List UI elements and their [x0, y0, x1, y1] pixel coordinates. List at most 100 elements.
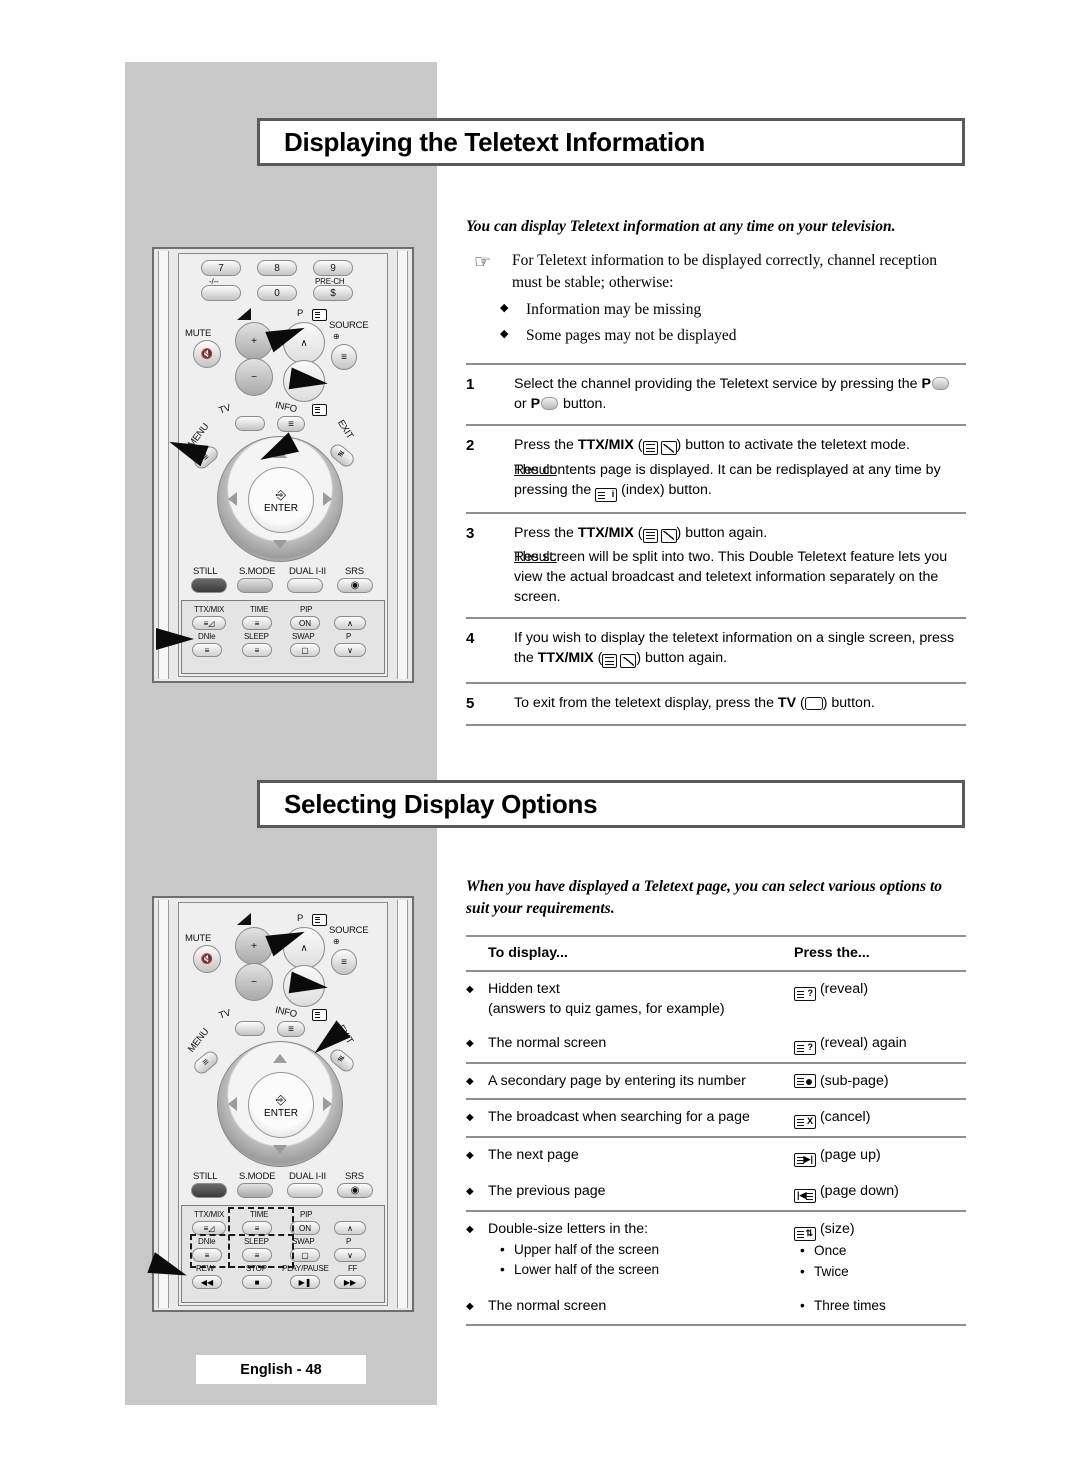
reveal-icon: ? — [794, 986, 816, 1001]
key-mute[interactable]: 🔇 — [193, 340, 221, 368]
source-input-icon: ⊕ — [333, 937, 340, 946]
key-ttx-mix[interactable]: ≡◿ — [192, 1221, 226, 1235]
key-label: P — [530, 396, 541, 413]
key-pip-on[interactable]: ON — [290, 616, 320, 630]
key-0[interactable]: 0 — [257, 285, 297, 301]
key-dnie[interactable]: ≡ — [192, 643, 222, 657]
key-play-pause[interactable]: ▶❚ — [290, 1275, 320, 1289]
bullet-dot-icon: • — [800, 1243, 805, 1259]
key-info[interactable]: ≡ — [277, 1021, 305, 1037]
list-item: ◆ Some pages may not be displayed — [466, 326, 966, 347]
ttx-mix-icon: ≡◿ — [203, 1223, 215, 1233]
cell-to-display: ◆ The broadcast when searching for a page — [466, 1107, 794, 1129]
label-srs: SRS — [345, 1171, 364, 1182]
dpad-left-icon[interactable] — [228, 492, 237, 506]
diamond-icon: ◆ — [500, 302, 509, 315]
key-pip-on[interactable]: ON — [290, 1221, 320, 1235]
key-volume-up[interactable]: + — [235, 927, 273, 965]
page-up-icon — [312, 309, 327, 321]
key-p-up[interactable]: ∧ — [334, 1221, 366, 1235]
column-header-to-display: To display... — [488, 944, 568, 961]
label-mute: MUTE — [185, 933, 212, 944]
key-tv[interactable] — [235, 416, 265, 431]
press-label: (page down) — [819, 1183, 899, 1200]
key-swap[interactable]: ▢ — [290, 643, 320, 657]
key-tv[interactable] — [235, 1021, 265, 1036]
remote-bottom-panel: TTX/MIX TIME PIP ≡◿ ≡ ON ∧ DNIe SLEEP SW… — [181, 600, 385, 674]
key-srs[interactable]: ◉ — [337, 1183, 373, 1198]
column-header-press-the: Press the... — [794, 944, 870, 961]
key-rew[interactable]: ◀◀ — [192, 1275, 222, 1289]
cell-press-the: ▶| (page up) — [794, 1145, 966, 1168]
key-7[interactable]: 7 — [201, 260, 241, 276]
enter-label: ENTER — [264, 1107, 298, 1119]
key-p-down[interactable]: ∨ — [334, 643, 366, 657]
pointing-hand-icon: ☞ — [474, 252, 492, 274]
key-stop[interactable]: ■ — [242, 1275, 272, 1289]
key-pre-ch[interactable]: $ — [313, 285, 353, 301]
cell-press-the: ⇅ (size) • Once • Twice — [794, 1219, 966, 1282]
label-srs: SRS — [345, 566, 364, 577]
section1-note-bullets: ◆ Information may be missing ◆ Some page… — [466, 300, 966, 347]
label-p: P — [346, 632, 352, 641]
result-label: Result: — [514, 461, 557, 478]
key-s-mode[interactable] — [237, 578, 273, 593]
step-text: Select the channel providing the Teletex… — [514, 376, 922, 393]
label-still: STILL — [193, 1171, 218, 1182]
table-row: ◆ The normal screen ? (reveal) again — [466, 1026, 966, 1062]
section1-lead: You can display Teletext information at … — [466, 218, 896, 235]
dpad-right-icon[interactable] — [323, 492, 332, 506]
key-swap[interactable]: ▢ — [290, 1248, 320, 1262]
diamond-icon: ◆ — [500, 328, 509, 341]
key-volume-down[interactable]: − — [235, 358, 273, 396]
key-8[interactable]: 8 — [257, 260, 297, 276]
key-9[interactable]: 9 — [313, 260, 353, 276]
remote-side-rail — [158, 251, 169, 679]
dpad-down-icon[interactable] — [273, 1145, 287, 1154]
key-dual[interactable] — [287, 1183, 323, 1198]
key-sleep[interactable]: ≡ — [242, 643, 272, 657]
navigation-dpad[interactable]: ⎆ ENTER — [217, 1041, 343, 1167]
bullet-dot-icon: • — [800, 1298, 805, 1314]
key-minus-minus[interactable] — [201, 285, 241, 301]
key-time[interactable]: ≡ — [242, 616, 272, 630]
key-volume-down[interactable]: − — [235, 963, 273, 1001]
dpad-right-icon[interactable] — [323, 1097, 332, 1111]
key-enter[interactable]: ⎆ ENTER — [248, 1072, 314, 1138]
key-p-down[interactable]: ∨ — [334, 1248, 366, 1262]
cancel-icon: X — [794, 1115, 816, 1130]
key-enter[interactable]: ⎆ ENTER — [248, 467, 314, 533]
key-mute[interactable]: 🔇 — [193, 945, 221, 973]
dpad-up-icon[interactable] — [273, 1054, 287, 1063]
label-dnie: DNIe — [198, 632, 216, 641]
key-srs[interactable]: ◉ — [337, 578, 373, 593]
key-ff[interactable]: ▶▶ — [334, 1275, 366, 1289]
cell-press-the: ? (reveal) again — [794, 1033, 966, 1056]
enter-icon: ⎆ — [275, 486, 287, 502]
key-still[interactable] — [191, 578, 227, 593]
row-label: Double-size letters in the: — [488, 1221, 649, 1238]
reveal-icon: ? — [794, 1041, 816, 1056]
ttx-mix-icon: ≡◿ — [203, 618, 215, 628]
prog-down-knob-icon — [541, 397, 559, 411]
key-volume-up[interactable]: + — [235, 322, 273, 360]
dpad-left-icon[interactable] — [228, 1097, 237, 1111]
bullet-dot-icon: • — [500, 1241, 505, 1257]
key-info[interactable]: ≡ — [277, 416, 305, 432]
key-s-mode[interactable] — [237, 1183, 273, 1198]
sub-list-item: • Three times — [794, 1296, 966, 1316]
key-source[interactable]: ≡ — [331, 949, 357, 975]
key-p-up[interactable]: ∧ — [334, 616, 366, 630]
label-tv: TV — [217, 402, 233, 417]
label-swap: SWAP — [292, 632, 315, 641]
key-dual[interactable] — [287, 578, 323, 593]
key-source[interactable]: ≡ — [331, 344, 357, 370]
key-ttx-mix[interactable]: ≡◿ — [192, 616, 226, 630]
row-label: The broadcast when searching for a page — [488, 1109, 750, 1126]
cell-to-display: ◆ The next page — [466, 1145, 794, 1167]
key-still[interactable] — [191, 1183, 227, 1198]
label-sleep: SLEEP — [244, 632, 269, 641]
key-label: TTX/MIX — [577, 437, 634, 454]
dpad-down-icon[interactable] — [273, 540, 287, 549]
steps-table: 1 Select the channel providing the Telet… — [466, 363, 966, 726]
